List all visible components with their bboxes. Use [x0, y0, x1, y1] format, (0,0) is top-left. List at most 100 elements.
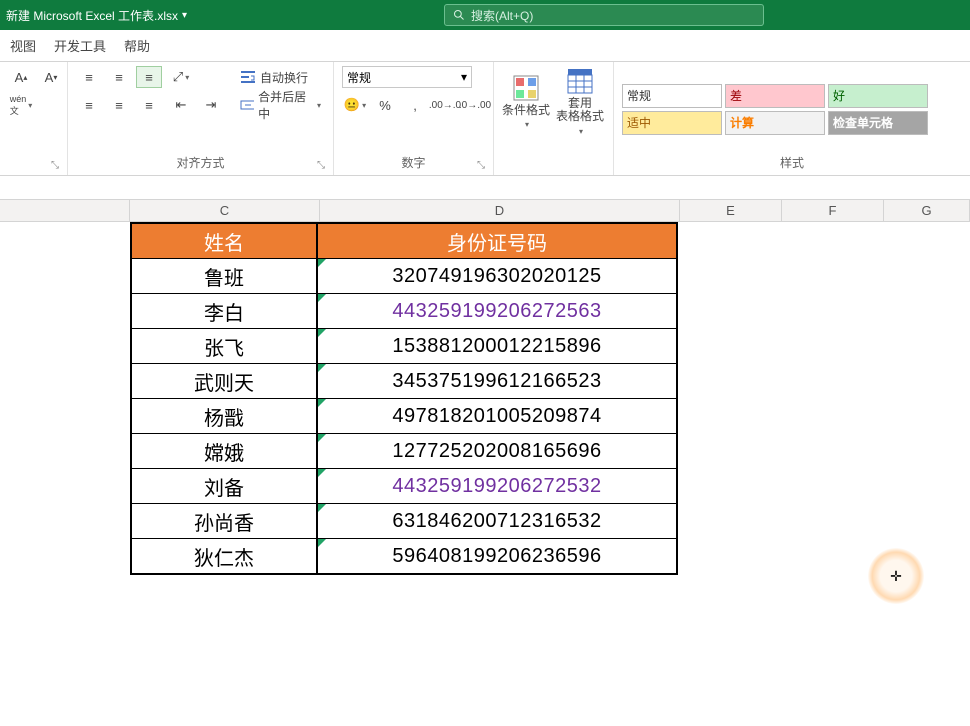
ribbon-tabs: 视图 开发工具 帮助	[0, 30, 970, 62]
col-header-f[interactable]: F	[782, 200, 884, 221]
col-header-e[interactable]: E	[680, 200, 782, 221]
align-center-button[interactable]: ≡	[106, 94, 132, 116]
style-neutral[interactable]: 适中	[622, 111, 722, 135]
table-format-icon	[566, 67, 594, 95]
tab-developer[interactable]: 开发工具	[54, 36, 106, 55]
cell-name[interactable]: 孙尚香	[132, 504, 318, 538]
cell-name[interactable]: 张飞	[132, 329, 318, 363]
cursor-indicator: ✛	[868, 548, 924, 604]
increase-indent-button[interactable]: ⇥	[198, 94, 224, 116]
increase-font-button[interactable]: A▴	[8, 66, 34, 88]
font-group-label: ⤡	[8, 169, 59, 173]
percent-button[interactable]: %	[372, 94, 398, 116]
increase-decimal-button[interactable]: .00→.0	[432, 94, 458, 116]
format-as-table-button[interactable]: 套用 表格格式	[556, 66, 604, 138]
font-group-fragment: A▴ A▾ wén文 ⤡	[0, 62, 68, 175]
decrease-decimal-button[interactable]: .0→.00	[462, 94, 488, 116]
conditional-format-button[interactable]: 条件格式	[502, 66, 550, 138]
font-launcher-icon[interactable]: ⤡	[51, 160, 59, 171]
cell-id[interactable]: 596408199206236596	[318, 539, 676, 573]
table-row: 李白443259199206272563	[132, 293, 676, 328]
table-header-id[interactable]: 身份证号码	[318, 224, 676, 258]
chevron-down-icon: ▾	[461, 70, 467, 84]
worksheet[interactable]: C D E F G 姓名 身份证号码 鲁班320749196302020125李…	[0, 200, 970, 222]
cell-id[interactable]: 443259199206272563	[318, 294, 676, 328]
table-row: 嫦娥127725202008165696	[132, 433, 676, 468]
number-launcher-icon[interactable]: ⤡	[477, 160, 485, 171]
cell-id[interactable]: 127725202008165696	[318, 434, 676, 468]
number-group: 常规▾ 😐 % , .00→.0 .0→.00 数字⤡	[334, 62, 494, 175]
error-indicator-icon	[318, 504, 326, 512]
error-indicator-icon	[318, 259, 326, 267]
table-row: 杨戬497818201005209874	[132, 398, 676, 433]
comma-button[interactable]: ,	[402, 94, 428, 116]
align-right-button[interactable]: ≡	[136, 94, 162, 116]
orientation-button[interactable]: ⤢	[168, 66, 194, 88]
table-row: 刘备443259199206272532	[132, 468, 676, 503]
cell-name[interactable]: 李白	[132, 294, 318, 328]
col-header-g[interactable]: G	[884, 200, 970, 221]
decrease-indent-button[interactable]: ⇤	[168, 94, 194, 116]
column-headers: C D E F G	[0, 200, 970, 222]
formula-bar[interactable]	[0, 176, 970, 200]
cell-id[interactable]: 345375199612166523	[318, 364, 676, 398]
accounting-format-button[interactable]: 😐	[342, 94, 368, 116]
cell-id[interactable]: 631846200712316532	[318, 504, 676, 538]
search-box[interactable]: 搜索(Alt+Q)	[444, 4, 764, 26]
cell-name[interactable]: 刘备	[132, 469, 318, 503]
alignment-launcher-icon[interactable]: ⤡	[317, 160, 325, 171]
table-row: 狄仁杰596408199206236596	[132, 538, 676, 573]
col-header-blank[interactable]	[0, 200, 130, 221]
cell-id[interactable]: 320749196302020125	[318, 259, 676, 293]
cell-name[interactable]: 狄仁杰	[132, 539, 318, 573]
cell-name[interactable]: 鲁班	[132, 259, 318, 293]
style-good[interactable]: 好	[828, 84, 928, 108]
cell-name[interactable]: 杨戬	[132, 399, 318, 433]
styles-group-label: 样式	[622, 152, 962, 173]
decrease-font-button[interactable]: A▾	[38, 66, 64, 88]
cell-name[interactable]: 嫦娥	[132, 434, 318, 468]
error-indicator-icon	[318, 364, 326, 372]
styles-group: 常规 差 好 适中 计算 检查单元格 样式	[614, 62, 970, 175]
table-row: 孙尚香631846200712316532	[132, 503, 676, 538]
alignment-group: ≡ ≡ ≡ ≡ ≡ ≡ ⤢ ⇤ ⇥	[68, 62, 334, 175]
error-indicator-icon	[318, 294, 326, 302]
format-buttons-spacer	[502, 155, 605, 173]
wrap-text-button[interactable]: 自动换行	[236, 66, 325, 88]
style-calc[interactable]: 计算	[725, 111, 825, 135]
title-dropdown-icon[interactable]: ▾	[182, 10, 187, 21]
col-header-d[interactable]: D	[320, 200, 680, 221]
table-header-name[interactable]: 姓名	[132, 224, 318, 258]
ribbon: A▴ A▾ wén文 ⤡ ≡ ≡ ≡ ≡ ≡ ≡	[0, 62, 970, 176]
style-bad[interactable]: 差	[725, 84, 825, 108]
title-bar: 新建 Microsoft Excel 工作表.xlsx ▾ 搜索(Alt+Q)	[0, 0, 970, 30]
merge-icon	[240, 97, 254, 113]
number-format-combo[interactable]: 常规▾	[342, 66, 472, 88]
col-header-c[interactable]: C	[130, 200, 320, 221]
align-left-button[interactable]: ≡	[76, 94, 102, 116]
align-bottom-button[interactable]: ≡	[136, 66, 162, 88]
error-indicator-icon	[318, 399, 326, 407]
document-title: 新建 Microsoft Excel 工作表.xlsx	[6, 7, 178, 24]
align-middle-button[interactable]: ≡	[106, 66, 132, 88]
cell-id[interactable]: 443259199206272532	[318, 469, 676, 503]
cell-id[interactable]: 153881200012215896	[318, 329, 676, 363]
tab-view[interactable]: 视图	[10, 36, 36, 55]
search-icon	[453, 9, 465, 21]
style-normal[interactable]: 常规	[622, 84, 722, 108]
number-group-label: 数字⤡	[342, 152, 485, 173]
table-row: 鲁班320749196302020125	[132, 258, 676, 293]
format-buttons-group: 条件格式 套用 表格格式	[494, 62, 614, 175]
search-placeholder: 搜索(Alt+Q)	[471, 7, 533, 24]
cell-id[interactable]: 497818201005209874	[318, 399, 676, 433]
cell-name[interactable]: 武则天	[132, 364, 318, 398]
cursor-plus-icon: ✛	[890, 568, 902, 585]
data-table: 姓名 身份证号码 鲁班320749196302020125李白443259199…	[130, 222, 678, 575]
align-top-button[interactable]: ≡	[76, 66, 102, 88]
merge-center-button[interactable]: 合并后居中	[236, 94, 325, 116]
tab-help[interactable]: 帮助	[124, 36, 150, 55]
phonetic-guide-button[interactable]: wén文	[8, 94, 34, 116]
style-check[interactable]: 检查单元格	[828, 111, 928, 135]
error-indicator-icon	[318, 469, 326, 477]
conditional-format-icon	[512, 74, 540, 102]
